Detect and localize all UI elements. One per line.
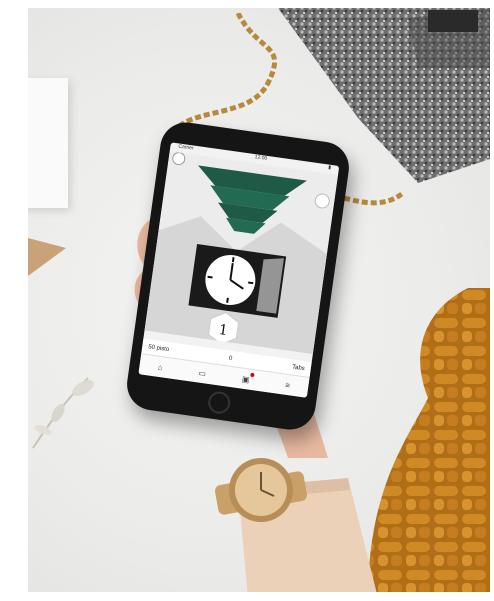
gold-watch — [215, 458, 307, 522]
smartphone: Carrier 12:00 ▮ 1 50 pisto 0 Tabs ⌂ ▭ ▣ … — [123, 119, 353, 433]
photo-scene: Carrier 12:00 ▮ 1 50 pisto 0 Tabs ⌂ ▭ ▣ … — [28, 8, 490, 592]
battery-icon: ▮ — [327, 164, 332, 171]
notification-dot — [249, 372, 255, 377]
wallet-icon[interactable]: ▣ — [241, 372, 255, 384]
app-illustration: 1 — [144, 151, 339, 355]
kraft-paper — [28, 238, 66, 276]
info-right[interactable]: Tabs — [292, 364, 305, 372]
home-icon[interactable]: ⌂ — [157, 362, 163, 372]
dried-flower — [32, 377, 94, 449]
info-center: 0 — [228, 355, 233, 362]
menu-icon[interactable]: ≡ — [285, 380, 291, 390]
card-icon[interactable]: ▭ — [198, 368, 207, 378]
phone-screen: Carrier 12:00 ▮ 1 50 pisto 0 Tabs ⌂ ▭ ▣ … — [138, 142, 340, 398]
white-box — [28, 78, 68, 208]
info-left: 50 pisto — [147, 344, 170, 354]
